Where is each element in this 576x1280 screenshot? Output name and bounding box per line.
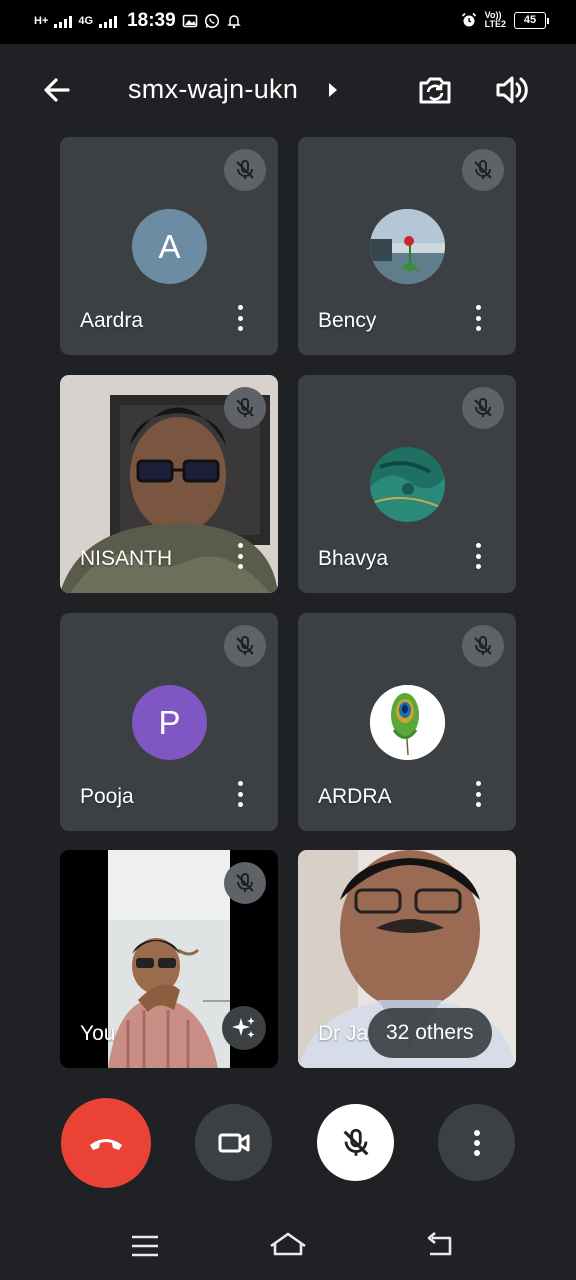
participant-tile-bency[interactable]: Bency [298, 137, 516, 355]
others-count-badge[interactable]: 32 others [368, 1008, 492, 1058]
end-call-button[interactable] [61, 1098, 151, 1188]
participant-name: Dr Ja [318, 1022, 369, 1045]
gallery-icon [182, 14, 197, 28]
home-icon[interactable] [268, 1230, 308, 1260]
more-vertical-icon[interactable] [228, 303, 252, 333]
more-vertical-icon[interactable] [466, 541, 490, 571]
back-arrow-icon[interactable] [38, 72, 78, 108]
avatar-initial: P [132, 685, 207, 760]
network-4g-label: 4G [78, 15, 94, 27]
camera-toggle-button[interactable] [195, 1104, 272, 1181]
signal-strength-icon [54, 14, 73, 28]
participant-tile-aardra[interactable]: A Aardra [60, 137, 278, 355]
avatar-initial: A [132, 209, 207, 284]
clock: 18:39 [127, 10, 176, 31]
avatar-letter: A [158, 227, 181, 265]
mic-off-icon [462, 387, 504, 429]
mic-off-icon [224, 862, 266, 904]
participant-name: Bency [318, 309, 377, 332]
avatar-photo [370, 685, 445, 760]
mic-off-icon [462, 149, 504, 191]
mic-off-icon [343, 1128, 368, 1156]
video-camera-icon [218, 1133, 249, 1152]
mic-off-icon [462, 625, 504, 667]
status-bar: H+ 4G 18:39 Vo)) LTE2 45 [0, 0, 576, 44]
notification-bell-icon [226, 15, 241, 29]
participant-tile-ardra[interactable]: ARDRA [298, 613, 516, 831]
meeting-header: smx-wajn-ukn [0, 60, 576, 120]
participant-tile-pooja[interactable]: P Pooja [60, 613, 278, 831]
network-type-label: H+ [34, 15, 49, 27]
others-count-label: 32 others [386, 1021, 474, 1044]
mic-off-icon [224, 387, 266, 429]
system-navigation-bar [0, 1200, 576, 1280]
participant-name: You [80, 1022, 116, 1045]
self-video-feed [108, 850, 230, 1068]
avatar-letter: P [158, 703, 181, 741]
mic-off-icon [224, 625, 266, 667]
volte-indicator: Vo)) LTE2 [485, 11, 506, 29]
status-right: Vo)) LTE2 45 [461, 11, 549, 29]
participant-name: Bhavya [318, 547, 389, 570]
participant-tile-bhavya[interactable]: Bhavya [298, 375, 516, 593]
avatar-photo [370, 447, 445, 522]
effects-sparkle-icon[interactable] [222, 1006, 266, 1050]
more-vertical-icon[interactable] [228, 541, 252, 571]
mic-off-icon [224, 149, 266, 191]
network-indicator-1: H+ [34, 15, 49, 27]
battery-icon: 45 [514, 11, 549, 29]
network-indicator-2: 4G [78, 15, 94, 27]
participant-name: Pooja [80, 785, 134, 808]
more-options-button[interactable] [438, 1104, 515, 1181]
more-vertical-icon [473, 1129, 480, 1156]
meeting-code-title[interactable]: smx-wajn-ukn [128, 74, 298, 105]
recent-apps-icon[interactable] [130, 1234, 160, 1258]
participant-tile-self[interactable]: You [60, 850, 278, 1068]
participant-name: ARDRA [318, 785, 392, 808]
participant-name: Aardra [80, 309, 144, 332]
microphone-toggle-button[interactable] [317, 1104, 394, 1181]
back-navigation-icon[interactable] [424, 1232, 456, 1260]
more-vertical-icon[interactable] [466, 779, 490, 809]
participant-tile-dr-ja[interactable]: Dr Ja 32 others [298, 850, 516, 1068]
avatar-photo [370, 209, 445, 284]
volte-bottom-label: LTE2 [484, 19, 506, 29]
switch-camera-icon[interactable] [414, 70, 456, 112]
whatsapp-icon [204, 13, 219, 29]
hang-up-icon [90, 1139, 122, 1150]
participant-name: NISANTH [80, 547, 173, 570]
participant-tile-nisanth[interactable]: NISANTH [60, 375, 278, 593]
chevron-right-icon[interactable] [327, 81, 339, 99]
signal-strength-icon-2 [99, 14, 118, 28]
battery-level: 45 [523, 14, 537, 26]
more-vertical-icon[interactable] [228, 779, 252, 809]
speaker-volume-icon[interactable] [492, 70, 532, 110]
status-left: H+ 4G 18:39 [34, 10, 242, 32]
alarm-icon [461, 12, 476, 27]
more-vertical-icon[interactable] [466, 303, 490, 333]
